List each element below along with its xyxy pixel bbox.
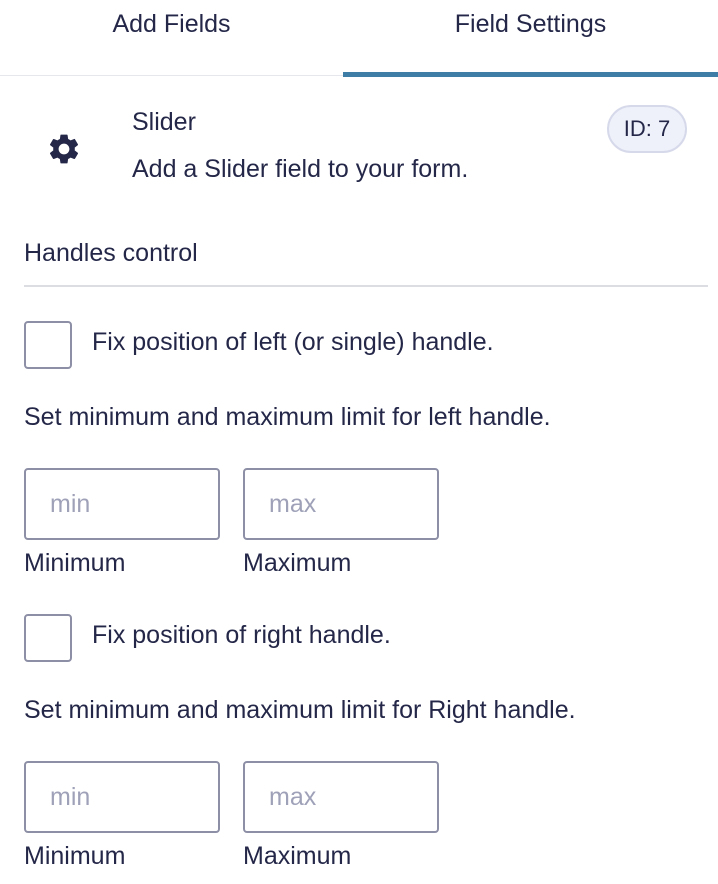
left-handle-max-label: Maximum xyxy=(243,549,352,577)
field-title: Slider xyxy=(132,108,196,136)
tab-add-fields-label: Add Fields xyxy=(112,10,231,38)
left-handle-min-input[interactable] xyxy=(24,468,220,540)
right-handle-max-input[interactable] xyxy=(243,761,439,833)
fix-right-handle-label: Fix position of right handle. xyxy=(92,621,391,649)
field-id-badge: ID: 7 xyxy=(607,105,687,153)
right-handle-max-label: Maximum xyxy=(243,842,352,870)
left-handle-min-label: Minimum xyxy=(24,549,126,577)
tab-field-settings[interactable]: Field Settings xyxy=(343,0,718,77)
handles-control-heading: Handles control xyxy=(24,239,198,267)
field-id-badge-text: ID: 7 xyxy=(623,116,671,141)
tab-field-settings-label: Field Settings xyxy=(454,10,607,38)
right-handle-min-input[interactable] xyxy=(24,761,220,833)
right-handle-min-label: Minimum xyxy=(24,842,126,870)
gear-icon xyxy=(49,134,79,164)
field-description: Add a Slider field to your form. xyxy=(132,155,469,183)
tab-bar: Add Fields Field Settings xyxy=(0,0,718,77)
fix-left-handle-label: Fix position of left (or single) handle. xyxy=(92,328,494,356)
right-handle-limit-help: Set minimum and maximum limit for Right … xyxy=(24,696,576,724)
left-handle-limit-help: Set minimum and maximum limit for left h… xyxy=(24,403,551,431)
fix-right-handle-checkbox[interactable] xyxy=(24,614,72,662)
left-handle-max-input[interactable] xyxy=(243,468,439,540)
tab-add-fields[interactable]: Add Fields xyxy=(0,0,343,76)
active-tab-indicator xyxy=(343,72,718,77)
section-divider xyxy=(24,285,708,287)
fix-left-handle-checkbox[interactable] xyxy=(24,321,72,369)
